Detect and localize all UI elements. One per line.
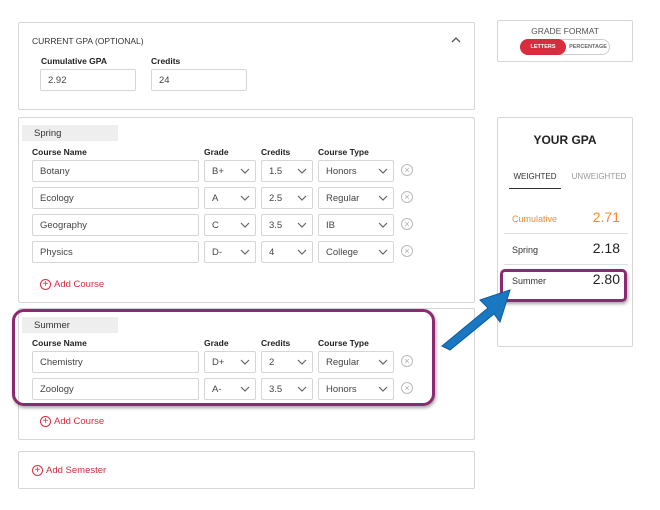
column-header-course-type: Course Type [318, 147, 369, 157]
course-name-input[interactable]: Geography [32, 214, 199, 236]
gpa-row-value: 2.71 [592, 209, 620, 225]
gpa-row-cumulative: Cumulative 2.71 [504, 204, 628, 234]
add-course-label: Add Course [54, 416, 105, 427]
course-type-select[interactable]: College [318, 241, 394, 263]
current-gpa-card: CURRENT GPA (OPTIONAL) Cumulative GPA Cr… [18, 22, 475, 110]
course-type-value: Honors [326, 165, 357, 177]
tab-weighted[interactable]: WEIGHTED [509, 172, 561, 189]
course-type-value: College [326, 246, 359, 258]
grade-format-card: GRADE FORMAT LETTERS PERCENTAGE [497, 20, 633, 62]
gpa-row-spring: Spring 2.18 [504, 235, 628, 265]
chevron-down-icon [240, 222, 250, 228]
grade-value: A [212, 192, 219, 204]
add-semester-label: Add Semester [46, 465, 107, 476]
add-course-button[interactable]: + Add Course [40, 416, 104, 427]
add-semester-button[interactable]: + Add Semester [32, 465, 106, 476]
grade-value: C [212, 219, 219, 231]
plus-circle-icon: + [32, 465, 43, 476]
percentage-toggle-option[interactable]: PERCENTAGE [566, 40, 610, 54]
credits-select[interactable]: 1.5 [261, 160, 313, 182]
grade-format-toggle[interactable]: LETTERS PERCENTAGE [520, 39, 610, 55]
course-type-select[interactable]: IB [318, 214, 394, 236]
course-type-select[interactable]: Honors [318, 160, 394, 182]
grade-select[interactable]: D- [204, 241, 256, 263]
gpa-row-label: Spring [512, 245, 539, 255]
chevron-down-icon [297, 168, 307, 174]
semester-name-label[interactable]: Spring [22, 125, 118, 141]
credits-select[interactable]: 2.5 [261, 187, 313, 209]
column-header-credits: Credits [261, 147, 291, 157]
course-name-input[interactable]: Ecology [32, 187, 199, 209]
gpa-row-label: Cumulative [512, 214, 558, 224]
chevron-down-icon [240, 195, 250, 201]
credits-value: 4 [269, 246, 275, 258]
grade-select[interactable]: C [204, 214, 256, 236]
chevron-down-icon [297, 195, 307, 201]
current-gpa-header: CURRENT GPA (OPTIONAL) [32, 36, 144, 46]
chevron-down-icon [297, 249, 307, 255]
add-course-button[interactable]: + Add Course [40, 279, 104, 290]
grade-value: D- [212, 246, 223, 258]
chevron-down-icon [240, 249, 250, 255]
plus-circle-icon: + [40, 279, 51, 290]
add-course-label: Add Course [54, 279, 105, 290]
semester-card-spring: Spring Course Name Grade Credits Course … [18, 117, 475, 303]
credits-label: Credits [151, 56, 181, 66]
grade-value: B+ [212, 165, 224, 177]
chevron-down-icon [378, 195, 388, 201]
cumulative-gpa-input[interactable]: 2.92 [40, 69, 136, 91]
letters-toggle-option[interactable]: LETTERS [520, 39, 566, 55]
remove-course-icon[interactable]: × [401, 245, 413, 257]
chevron-down-icon [378, 168, 388, 174]
your-gpa-title: YOUR GPA [533, 133, 597, 147]
course-name-input[interactable]: Physics [32, 241, 199, 263]
course-type-value: IB [326, 219, 335, 231]
chevron-down-icon [378, 222, 388, 228]
chevron-down-icon [297, 222, 307, 228]
callout-arrow-icon [441, 289, 511, 351]
course-type-value: Regular [326, 192, 360, 204]
credits-value: 1.5 [269, 165, 283, 177]
remove-course-icon[interactable]: × [401, 218, 413, 230]
grade-select[interactable]: A [204, 187, 256, 209]
course-name-input[interactable]: Botany [32, 160, 199, 182]
grade-format-title: GRADE FORMAT [531, 26, 599, 36]
credits-input[interactable]: 24 [151, 69, 247, 91]
add-semester-card: + Add Semester [18, 451, 475, 489]
grade-select[interactable]: B+ [204, 160, 256, 182]
collapse-chevron-up-icon[interactable] [451, 36, 461, 43]
course-type-select[interactable]: Regular [318, 187, 394, 209]
summer-gpa-highlight [500, 269, 627, 302]
tab-unweighted[interactable]: UNWEIGHTED [570, 172, 628, 181]
credits-select[interactable]: 3.5 [261, 214, 313, 236]
credits-value: 3.5 [269, 219, 283, 231]
plus-circle-icon: + [40, 416, 51, 427]
column-header-grade: Grade [204, 147, 229, 157]
summer-semester-highlight [12, 309, 435, 406]
credits-value: 2.5 [269, 192, 283, 204]
remove-course-icon[interactable]: × [401, 164, 413, 176]
chevron-down-icon [240, 168, 250, 174]
chevron-down-icon [378, 249, 388, 255]
cumulative-gpa-label: Cumulative GPA [41, 56, 107, 66]
remove-course-icon[interactable]: × [401, 191, 413, 203]
column-header-course-name: Course Name [32, 147, 87, 157]
credits-select[interactable]: 4 [261, 241, 313, 263]
gpa-row-value: 2.18 [592, 240, 620, 256]
